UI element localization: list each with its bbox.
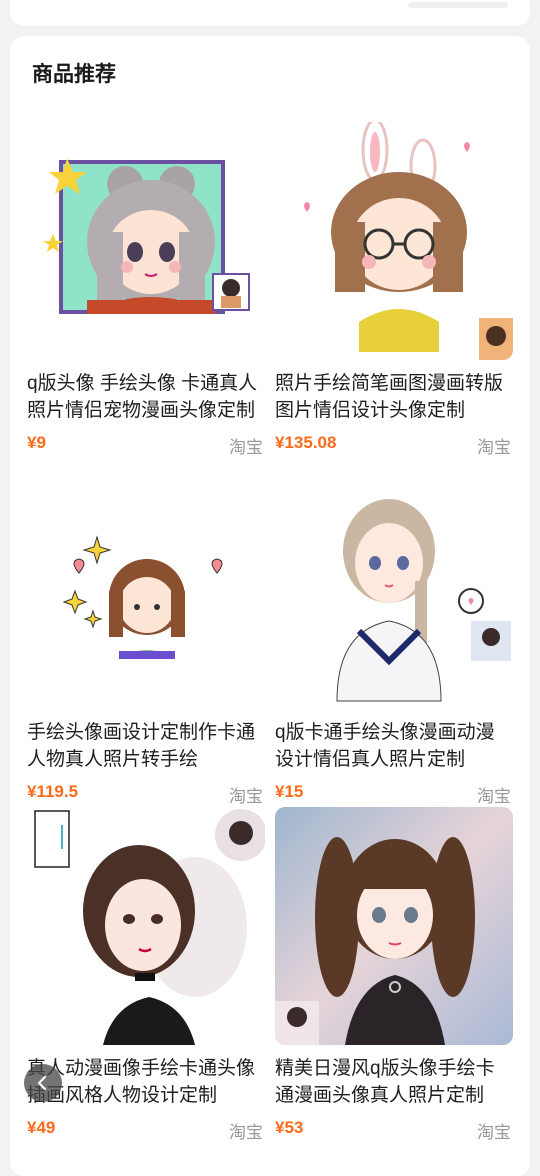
section-title: 商品推荐 [32, 63, 116, 86]
product-price: ¥135.08 [275, 433, 337, 452]
chevron-left-icon [37, 1075, 47, 1091]
product-price: ¥9 [27, 433, 46, 452]
product-card[interactable]: 手绘头像画设计定制作卡通人物真人照片转手绘 ¥119.5 淘宝 [27, 471, 265, 806]
product-title[interactable]: q版卡通手绘头像漫画动漫设计情侣真人照片定制 [275, 719, 511, 773]
product-price: ¥53 [275, 1118, 304, 1137]
product-image[interactable] [27, 122, 265, 360]
product-source: 淘宝 [229, 438, 263, 457]
product-title[interactable]: 真人动漫画像手绘卡通头像插画风格人物设计定制 [27, 1055, 263, 1109]
product-image[interactable] [27, 807, 265, 1045]
back-button[interactable] [24, 1064, 62, 1102]
bunny-ear-glasses-girl [275, 122, 513, 360]
product-source: 淘宝 [229, 1123, 263, 1142]
product-source: 淘宝 [477, 438, 511, 457]
realistic-portrait-girl [27, 807, 265, 1045]
cartoon-girl-buns-avatar [27, 122, 265, 360]
product-title[interactable]: 精美日漫风q版头像手绘卡通漫画头像真人照片定制 [275, 1055, 511, 1109]
recommended-products-card: 商品推荐 q版头像 手绘头像 卡通真人照片情侣宠物漫画头像定制 ¥9 淘宝 照片… [10, 36, 530, 1176]
product-card[interactable]: q版头像 手绘头像 卡通真人照片情侣宠物漫画头像定制 ¥9 淘宝 [27, 122, 265, 457]
product-image[interactable] [27, 471, 265, 709]
previous-card [10, 0, 530, 26]
product-source: 淘宝 [477, 1123, 511, 1142]
product-price: ¥49 [27, 1118, 56, 1137]
product-title[interactable]: q版头像 手绘头像 卡通真人照片情侣宠物漫画头像定制 [27, 370, 263, 424]
sailor-uniform-girl [275, 471, 513, 709]
product-title[interactable]: 手绘头像画设计定制作卡通人物真人照片转手绘 [27, 719, 263, 773]
product-image[interactable] [275, 122, 513, 360]
product-card[interactable]: 真人动漫画像手绘卡通头像插画风格人物设计定制 ¥49 淘宝 [27, 807, 265, 1142]
product-price: ¥119.5 [27, 782, 79, 801]
product-title[interactable]: 照片手绘简笔画图漫画转版图片情侣设计头像定制 [275, 370, 511, 424]
product-card[interactable]: q版卡通手绘头像漫画动漫设计情侣真人照片定制 ¥15 淘宝 [275, 471, 513, 806]
product-card[interactable]: 照片手绘简笔画图漫画转版图片情侣设计头像定制 ¥135.08 淘宝 [275, 122, 513, 457]
product-source: 淘宝 [229, 787, 263, 806]
product-price: ¥15 [275, 782, 304, 801]
chibi-girl-sparkles [27, 471, 265, 709]
product-card[interactable]: 精美日漫风q版头像手绘卡通漫画头像真人照片定制 ¥53 淘宝 [275, 807, 513, 1142]
product-image[interactable] [275, 471, 513, 709]
twin-tail-anime-girl [275, 807, 513, 1045]
product-source: 淘宝 [477, 787, 511, 806]
previous-card-button[interactable] [408, 2, 508, 8]
product-image[interactable] [275, 807, 513, 1045]
